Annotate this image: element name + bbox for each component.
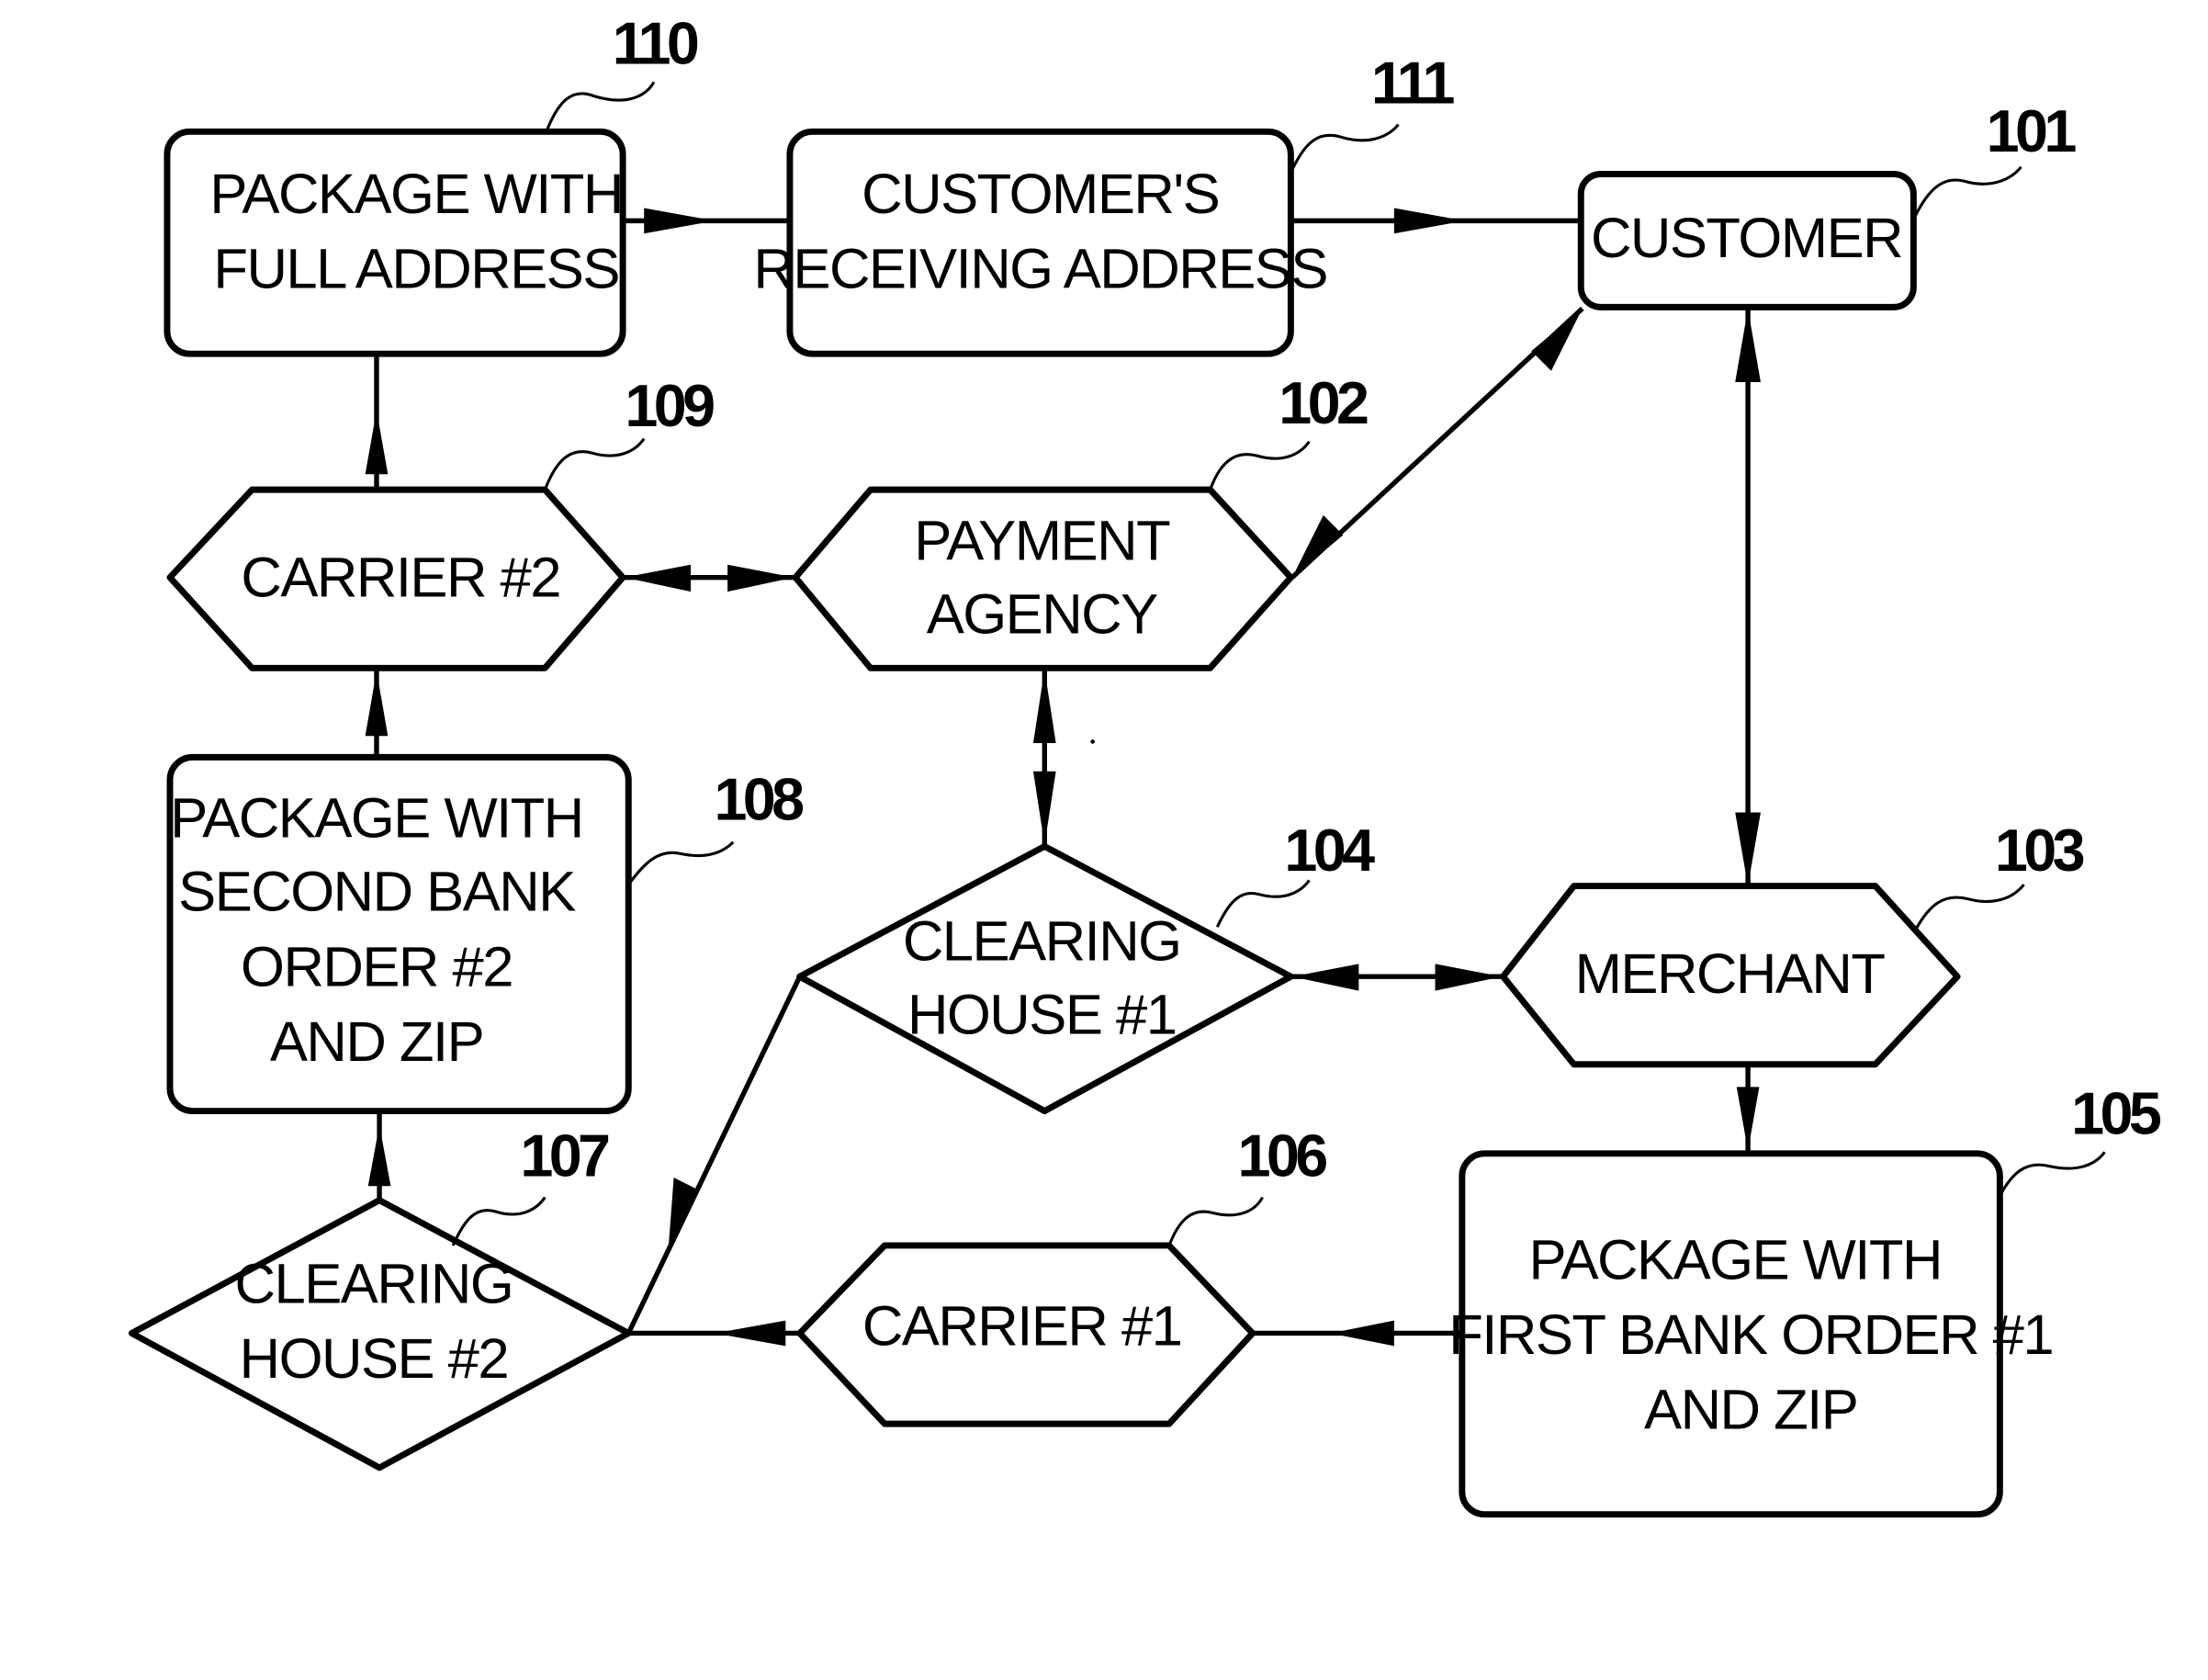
leader-108	[627, 840, 735, 885]
label-108-line1: PACKAGE WITH	[170, 787, 582, 851]
ref-106: 106	[1238, 1122, 1327, 1190]
edge-104-to-107	[625, 975, 803, 1335]
ref-111: 111	[1371, 50, 1455, 117]
label-110-line2: FULL ADDRESS	[213, 238, 619, 301]
arrowhead-into-105	[1736, 1087, 1760, 1151]
label-104-line1: CLEARING	[903, 910, 1181, 974]
arrowhead-into-109	[365, 671, 389, 737]
label-102-line2: AGENCY	[927, 583, 1157, 647]
arrowhead-into-103-from-104	[1435, 964, 1502, 991]
arrowhead-into-103-from-101	[1735, 812, 1761, 886]
ref-103: 103	[1995, 817, 2084, 884]
ref-101: 101	[1987, 97, 2077, 164]
label-105-line2: FIRST BANK ORDER #1	[1448, 1303, 2053, 1367]
node-clearing-house-1: CLEARING HOUSE #1 104	[796, 817, 1380, 1115]
arrowhead-into-101-from-103	[1735, 308, 1761, 383]
ref-104: 104	[1284, 817, 1375, 884]
ref-110: 110	[613, 9, 698, 76]
scan-speck	[1090, 739, 1095, 744]
arrowhead-into-106	[1330, 1320, 1394, 1347]
label-108-line4: AND ZIP	[270, 1010, 483, 1074]
node-package-first-bank-order: PACKAGE WITH FIRST BANK ORDER #1 AND ZIP…	[1448, 1079, 2165, 1518]
label-108-line2: SECOND BANK	[178, 861, 576, 924]
ref-102: 102	[1279, 369, 1368, 436]
leader-106	[1167, 1196, 1264, 1246]
label-105-line3: AND ZIP	[1644, 1379, 1857, 1442]
arrowhead-into-102-from-109	[727, 564, 794, 592]
arrowhead-into-104-from-103	[1291, 964, 1359, 991]
payment-flow-diagram: PACKAGE WITH FULL ADDRESS 110 CUSTOMER'S…	[128, 9, 2165, 1518]
leader-103	[1915, 884, 2025, 930]
leader-109	[543, 437, 646, 490]
arrowhead-into-108	[367, 1124, 391, 1187]
label-110-line1: PACKAGE WITH	[209, 163, 622, 226]
node-package-second-bank-order: PACKAGE WITH SECOND BANK ORDER #2 AND ZI…	[166, 753, 807, 1115]
leader-107	[451, 1196, 546, 1246]
node-customer: CUSTOMER 101	[1577, 97, 2080, 310]
label-101: CUSTOMER	[1591, 207, 1902, 270]
ref-105: 105	[2071, 1079, 2161, 1146]
diamond-104	[796, 842, 1294, 1115]
leader-102	[1209, 440, 1311, 490]
node-merchant: MERCHANT 103	[1500, 817, 2088, 1068]
ref-109: 109	[625, 372, 714, 439]
node-customers-receiving-address: CUSTOMER'S RECEIVING ADDRESS 111	[753, 50, 1459, 357]
label-111-line1: CUSTOMER'S	[862, 163, 1219, 226]
label-109: CARRIER #2	[241, 547, 560, 610]
arrowhead-into-102-from-101	[1291, 514, 1344, 578]
label-107-line2: HOUSE #2	[240, 1327, 508, 1391]
arrowhead-into-111	[644, 208, 715, 234]
label-103: MERCHANT	[1575, 942, 1886, 1006]
label-107-line1: CLEARING	[235, 1252, 513, 1315]
ref-107: 107	[520, 1122, 609, 1190]
node-carrier-1: CARRIER #1 106	[796, 1122, 1331, 1427]
arrowhead-into-107-from-106	[715, 1320, 786, 1347]
label-104-line2: HOUSE #1	[907, 984, 1176, 1047]
arrowhead-into-101-from-102	[1531, 308, 1583, 371]
leader-105	[1999, 1151, 2106, 1197]
label-102-line1: PAYMENT	[914, 510, 1170, 573]
leader-110	[545, 81, 656, 132]
leader-101	[1913, 165, 2022, 218]
arrowhead-into-109-from-102	[624, 564, 692, 592]
arrowhead-into-101	[1393, 208, 1465, 234]
leader-104	[1215, 879, 1311, 928]
node-package-full-address: PACKAGE WITH FULL ADDRESS 110	[163, 9, 703, 357]
arrowhead-into-104-from-102	[1032, 771, 1056, 845]
leader-111	[1289, 123, 1400, 174]
arrowhead-into-102-from-104	[1032, 669, 1056, 743]
label-111-line2: RECEIVING ADDRESS	[753, 238, 1326, 301]
node-payment-agency: PAYMENT AGENCY 102	[792, 369, 1372, 671]
node-carrier-2: CARRIER #2 109	[166, 372, 718, 671]
arrowhead-into-107-from-104	[668, 1177, 697, 1253]
label-108-line3: ORDER #2	[241, 935, 513, 998]
label-106: CARRIER #1	[862, 1295, 1182, 1359]
label-105-line1: PACKAGE WITH	[1528, 1228, 1941, 1291]
ref-108: 108	[714, 765, 803, 832]
arrowhead-into-110	[365, 410, 389, 475]
